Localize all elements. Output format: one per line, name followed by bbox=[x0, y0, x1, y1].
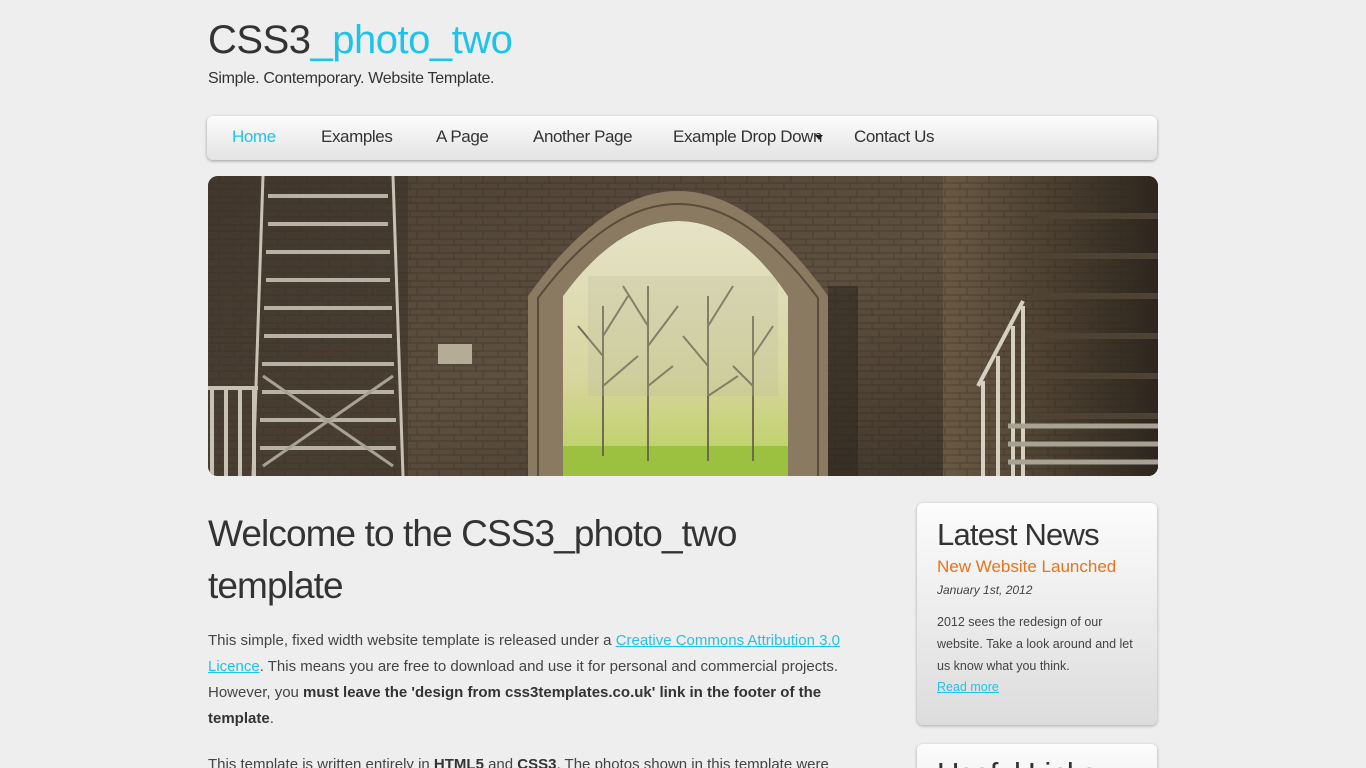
site-logo[interactable]: CSS3_photo_two bbox=[208, 14, 513, 66]
nav-item-home[interactable]: Home bbox=[232, 116, 276, 160]
main-nav: Home Examples A Page Another Page Exampl… bbox=[207, 116, 1157, 160]
nav-item-contact-us[interactable]: Contact Us bbox=[854, 116, 934, 160]
latest-news-box: Latest News New Website Launched January… bbox=[917, 503, 1157, 725]
news-item-body: 2012 sees the redesign of our website. T… bbox=[937, 615, 1133, 673]
logo-main: CSS3 bbox=[208, 18, 311, 62]
useful-links-heading: Useful Links bbox=[937, 754, 1097, 768]
site-slogan: Simple. Contemporary. Website Template. bbox=[208, 70, 495, 87]
page-heading: Welcome to the CSS3_photo_two template bbox=[208, 513, 737, 606]
nav-item-another-page[interactable]: Another Page bbox=[533, 116, 633, 160]
logo-accent: _photo_two bbox=[310, 18, 513, 62]
second-text-1: This template is written entirely in bbox=[208, 756, 434, 768]
read-more-link[interactable]: Read more bbox=[937, 677, 1137, 697]
nav-item-example-drop-down[interactable]: Example Drop Down bbox=[673, 116, 823, 160]
html5-bold-text: HTML5 bbox=[433, 756, 484, 768]
second-paragraph: This template is written entirely in HTM… bbox=[208, 752, 868, 768]
css3-bold-text: CSS3 bbox=[517, 756, 557, 768]
news-item-title: New Website Launched bbox=[937, 557, 1117, 576]
dropdown-arrow-icon[interactable] bbox=[815, 135, 823, 140]
intro-text-end: . bbox=[269, 710, 274, 727]
banner-photo bbox=[208, 176, 1158, 476]
banner-photo-illustration bbox=[208, 176, 1158, 476]
useful-links-box: Useful Links bbox=[917, 744, 1157, 768]
main-content: Welcome to the CSS3_photo_two template T… bbox=[208, 508, 868, 768]
latest-news-heading: Latest News bbox=[937, 517, 1100, 552]
news-item-date: January 1st, 2012 bbox=[937, 583, 1033, 597]
intro-text-1: This simple, fixed width website templat… bbox=[208, 632, 616, 649]
intro-paragraph: This simple, fixed width website templat… bbox=[208, 628, 868, 732]
nav-item-a-page[interactable]: A Page bbox=[436, 116, 489, 160]
page: CSS3_photo_two Simple. Contemporary. Web… bbox=[0, 0, 1366, 768]
nav-item-examples[interactable]: Examples bbox=[321, 116, 393, 160]
second-text-and: and bbox=[483, 756, 518, 768]
